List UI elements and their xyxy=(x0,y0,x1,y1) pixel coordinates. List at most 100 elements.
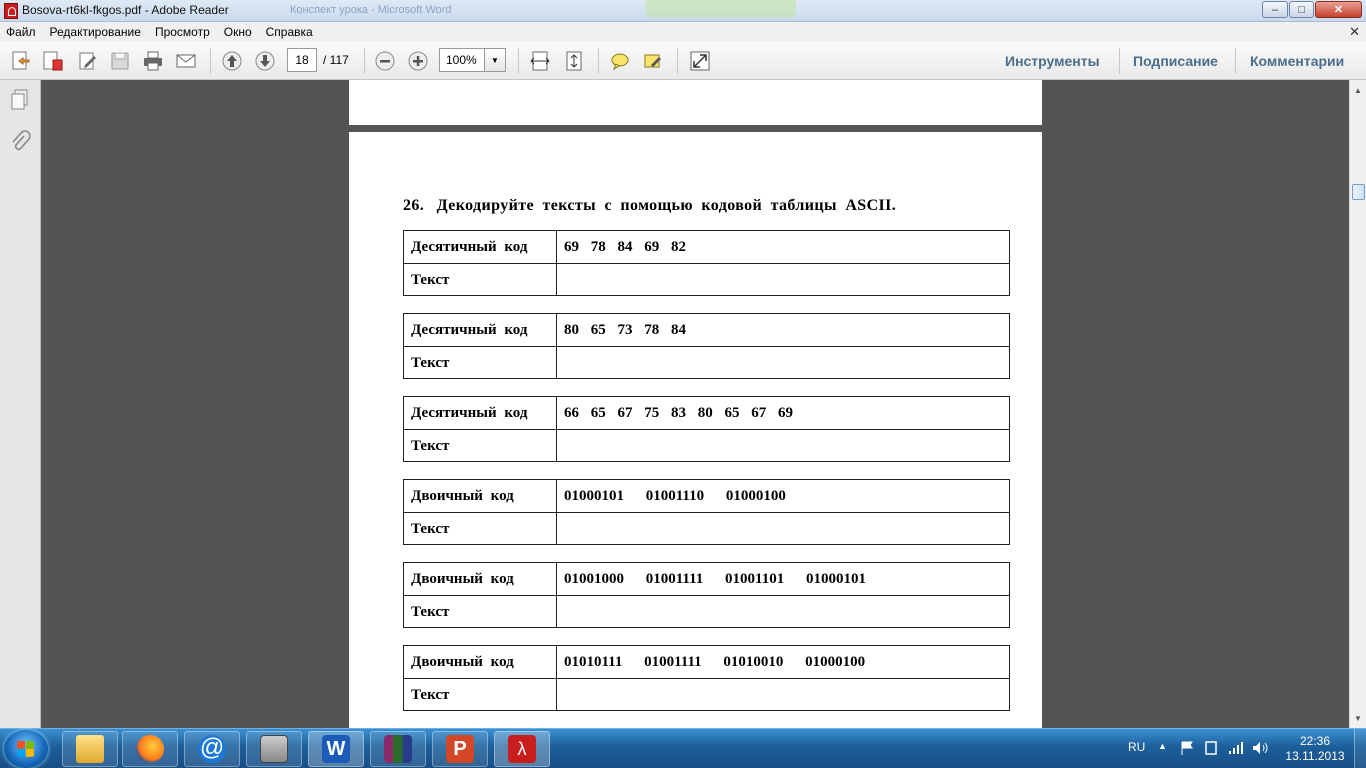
text-answer-cell xyxy=(557,264,1009,295)
title-bar: Bosova-rt6kl-fkgos.pdf - Adobe Reader Ко… xyxy=(0,0,1366,22)
text-label: Текст xyxy=(404,679,557,710)
zoom-in-icon[interactable] xyxy=(405,49,431,73)
start-button-windows-icon[interactable] xyxy=(4,730,48,768)
archive-app-icon xyxy=(260,735,288,763)
network-signal-icon[interactable] xyxy=(1228,741,1244,755)
email-icon[interactable] xyxy=(173,49,199,73)
menu-view[interactable]: Просмотр xyxy=(155,25,210,39)
word-icon: W xyxy=(322,735,350,763)
text-answer-cell xyxy=(557,679,1009,710)
scrollbar-thumb[interactable] xyxy=(1352,184,1365,200)
zoom-dropdown-chevron-down-icon[interactable]: ▼ xyxy=(484,48,506,72)
code-table: Двоичный код 01010111 01001111 01010010 0… xyxy=(403,645,1010,711)
tray-expand-chevron-up-icon[interactable]: ▲ xyxy=(1158,741,1167,768)
taskbar-adobe-reader[interactable]: λ xyxy=(494,731,550,767)
task-number: 26. xyxy=(403,197,425,214)
combine-files-icon[interactable] xyxy=(40,49,66,73)
code-label: Двоичный код xyxy=(404,480,557,512)
tools-link[interactable]: Инструменты xyxy=(1005,53,1100,69)
text-label: Текст xyxy=(404,264,557,295)
menu-help[interactable]: Справка xyxy=(266,25,313,39)
code-values: 66 65 67 75 83 80 65 67 69 xyxy=(564,405,793,421)
action-center-flag-icon[interactable] xyxy=(1180,741,1196,755)
code-values: 69 78 84 69 82 xyxy=(564,239,686,255)
taskbar-archiver[interactable] xyxy=(246,731,302,767)
taskbar-mail-agent[interactable]: @ xyxy=(184,731,240,767)
previous-page-icon[interactable] xyxy=(219,49,245,73)
adobe-reader-icon xyxy=(4,3,18,19)
language-indicator[interactable]: RU xyxy=(1128,740,1145,768)
zoom-out-icon[interactable] xyxy=(372,49,398,73)
close-document-icon[interactable]: ✕ xyxy=(1349,24,1360,40)
text-answer-cell xyxy=(557,513,1009,544)
text-answer-cell xyxy=(557,430,1009,461)
scroll-down-arrow-icon[interactable]: ▼ xyxy=(1350,710,1366,726)
zoom-input[interactable]: 100% xyxy=(439,48,484,72)
scroll-up-arrow-icon[interactable]: ▲ xyxy=(1350,82,1366,98)
folder-icon xyxy=(76,735,104,763)
navigation-panel xyxy=(0,80,41,728)
text-label: Текст xyxy=(404,430,557,461)
winrar-icon xyxy=(384,735,412,763)
task-text: Декодируйте тексты с помощью кодовой таб… xyxy=(436,197,897,214)
save-icon[interactable] xyxy=(107,49,133,73)
window-title: Bosova-rt6kl-fkgos.pdf - Adobe Reader xyxy=(22,3,229,17)
page-number-input[interactable]: 18 xyxy=(287,48,317,72)
code-table: Десятичный код 80 65 73 78 84 Текст xyxy=(403,313,1010,379)
close-button[interactable]: ✕ xyxy=(1315,1,1362,18)
taskbar-winrar[interactable] xyxy=(370,731,426,767)
previous-page-fragment xyxy=(349,80,1042,125)
text-answer-cell xyxy=(557,596,1009,627)
code-values: 01010111 01001111 01010010 01000100 xyxy=(564,654,866,670)
attachments-paperclip-icon[interactable] xyxy=(9,130,31,156)
next-page-icon[interactable] xyxy=(252,49,278,73)
code-label: Двоичный код xyxy=(404,646,557,678)
background-window-highlight xyxy=(646,0,796,18)
volume-speaker-icon[interactable] xyxy=(1252,741,1268,755)
comment-icon[interactable] xyxy=(607,49,633,73)
pdf-page: 26. Декодируйте тексты с помощью кодовой… xyxy=(349,132,1042,728)
adobe-reader-icon: λ xyxy=(508,735,536,763)
code-label: Десятичный код xyxy=(404,314,557,346)
code-table: Десятичный код 69 78 84 69 82 Текст xyxy=(403,230,1010,296)
code-values: 80 65 73 78 84 xyxy=(564,322,686,338)
clock-date: 13.11.2013 xyxy=(1285,749,1345,763)
taskbar-word[interactable]: W xyxy=(308,731,364,767)
code-label: Десятичный код xyxy=(404,397,557,429)
powerpoint-icon: P xyxy=(446,735,474,763)
menu-bar: Файл Редактирование Просмотр Окно Справк… xyxy=(0,22,1366,42)
taskbar-explorer[interactable] xyxy=(62,731,118,767)
minimize-button[interactable]: – xyxy=(1262,1,1288,18)
code-table: Десятичный код 66 65 67 75 83 80 65 67 69… xyxy=(403,396,1010,462)
text-label: Текст xyxy=(404,347,557,378)
system-clock[interactable]: 22:36 13.11.2013 xyxy=(1280,734,1350,764)
fit-width-icon[interactable] xyxy=(527,49,553,73)
vertical-scrollbar[interactable]: ▲ ▼ xyxy=(1349,80,1366,728)
edit-pdf-icon[interactable] xyxy=(75,49,101,73)
taskbar-firefox[interactable] xyxy=(122,731,178,767)
sign-link[interactable]: Подписание xyxy=(1133,53,1218,69)
taskbar-powerpoint[interactable]: P xyxy=(432,731,488,767)
code-table: Двоичный код 01000101 01001110 01000100 Т… xyxy=(403,479,1010,545)
device-icon[interactable] xyxy=(1204,740,1218,756)
maximize-button[interactable]: □ xyxy=(1289,1,1314,18)
page-total: / 117 xyxy=(323,53,349,67)
page-thumbnails-icon[interactable] xyxy=(9,88,31,114)
task-heading: 26. Декодируйте тексты с помощью кодовой… xyxy=(403,197,896,215)
code-label: Двоичный код xyxy=(404,563,557,595)
highlight-icon[interactable] xyxy=(640,49,666,73)
document-view[interactable]: 26. Декодируйте тексты с помощью кодовой… xyxy=(41,80,1349,728)
full-screen-icon[interactable] xyxy=(687,49,713,73)
taskbar: @ W P λ RU ▲ 22:36 13.11.2013 xyxy=(0,728,1366,768)
create-pdf-icon[interactable] xyxy=(8,49,34,73)
comments-link[interactable]: Комментарии xyxy=(1250,53,1344,69)
print-icon[interactable] xyxy=(140,49,166,73)
menu-file[interactable]: Файл xyxy=(6,25,36,39)
menu-edit[interactable]: Редактирование xyxy=(50,25,141,39)
menu-window[interactable]: Окно xyxy=(224,25,252,39)
code-label: Десятичный код xyxy=(404,231,557,263)
text-label: Текст xyxy=(404,596,557,627)
code-values: 01000101 01001110 01000100 xyxy=(564,488,786,504)
fit-page-icon[interactable] xyxy=(561,49,587,73)
show-desktop-button[interactable] xyxy=(1354,729,1366,768)
